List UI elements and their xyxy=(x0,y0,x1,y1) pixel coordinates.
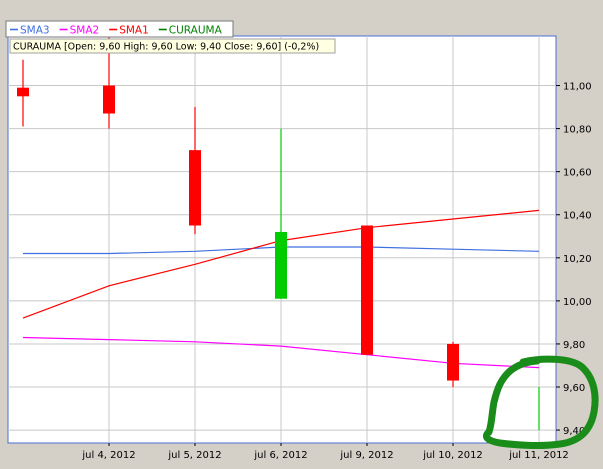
y-tick-label: 10,00 xyxy=(563,297,592,308)
y-tick-label: 11,00 xyxy=(563,82,592,93)
candle-body xyxy=(447,343,459,381)
legend: SMA3 SMA2 SMA1 CURAUMA xyxy=(5,20,234,38)
info-bar-text: CURAUMA [Open: 9,60 High: 9,60 Low: 9,40… xyxy=(13,42,319,53)
candle-body xyxy=(361,225,373,355)
candle[interactable] xyxy=(447,341,459,388)
candle-body xyxy=(189,150,201,226)
y-tick-label: 10,40 xyxy=(563,211,592,222)
legend-label: SMA1 xyxy=(119,25,149,37)
x-tick-label: jul 9, 2012 xyxy=(339,450,393,461)
candle[interactable] xyxy=(361,225,373,355)
y-tick-label: 10,80 xyxy=(563,125,592,136)
x-tick-label: jul 10, 2012 xyxy=(422,450,483,461)
candle-body xyxy=(275,231,287,299)
x-tick-label: jul 4, 2012 xyxy=(81,450,135,461)
legend-item-curauma[interactable]: CURAUMA xyxy=(158,25,223,37)
y-tick-label: 9,80 xyxy=(563,340,585,351)
chart: 9,409,609,8010,0010,2010,4010,6010,8011,… xyxy=(0,0,603,469)
y-tick-label: 10,60 xyxy=(563,168,592,179)
y-tick-label: 10,20 xyxy=(563,254,592,265)
x-tick-label: jul 6, 2012 xyxy=(253,450,307,461)
legend-label: CURAUMA xyxy=(169,25,223,37)
x-tick-label: jul 11, 2012 xyxy=(508,450,569,461)
info-bar: CURAUMA [Open: 9,60 High: 9,60 Low: 9,40… xyxy=(9,38,336,54)
candle-body xyxy=(103,85,115,114)
legend-label: SMA3 xyxy=(20,25,50,37)
candle-body xyxy=(17,87,29,97)
x-tick-label: jul 5, 2012 xyxy=(167,450,221,461)
y-tick-label: 9,60 xyxy=(563,383,585,394)
legend-label: SMA2 xyxy=(70,25,100,37)
